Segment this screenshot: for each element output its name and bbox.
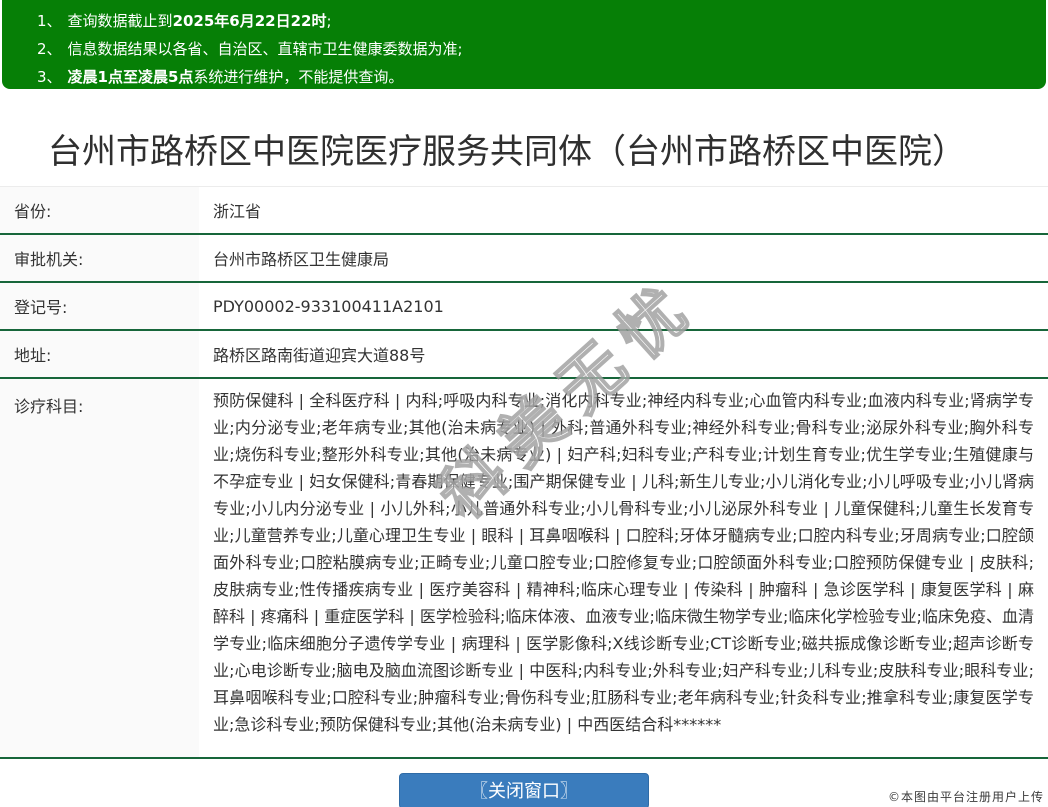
notice-text-bold: 2025年6月22日22时	[173, 12, 327, 30]
notice-number: 2、	[37, 35, 62, 63]
notice-number: 1、	[37, 7, 62, 35]
notice-number: 3、	[37, 63, 62, 91]
notice-text: 查询数据截止到	[68, 12, 173, 30]
notice-line-1: 1、查询数据截止到2025年6月22日22时;	[37, 7, 1026, 35]
table-row-medical-departments: 诊疗科目: 预防保健科 | 全科医疗科 | 内科;呼吸内科专业;消化内科专业;神…	[0, 379, 1048, 759]
row-label: 登记号:	[0, 283, 199, 329]
row-value: 台州市路桥区卫生健康局	[199, 235, 1048, 281]
notice-text-bold: 凌晨1点至凌晨5点	[68, 68, 194, 86]
notice-text: 系统进行维护，不能提供查询。	[193, 68, 403, 86]
close-window-button[interactable]: 〖关闭窗口〗	[399, 773, 649, 807]
institution-info-table: 省份: 浙江省 审批机关: 台州市路桥区卫生健康局 登记号: PDY00002-…	[0, 186, 1048, 759]
table-row-address: 地址: 路桥区路南街道迎宾大道88号	[0, 331, 1048, 379]
table-row-approval-authority: 审批机关: 台州市路桥区卫生健康局	[0, 235, 1048, 283]
row-value: 预防保健科 | 全科医疗科 | 内科;呼吸内科专业;消化内科专业;神经内科专业;…	[199, 379, 1048, 757]
row-value: 路桥区路南街道迎宾大道88号	[199, 331, 1048, 377]
notice-line-3: 3、凌晨1点至凌晨5点系统进行维护，不能提供查询。	[37, 63, 1026, 91]
row-label: 地址:	[0, 331, 199, 377]
row-label: 省份:	[0, 187, 199, 233]
notice-line-2: 2、信息数据结果以各省、自治区、直辖市卫生健康委数据为准;	[37, 35, 1026, 63]
row-value: 浙江省	[199, 187, 1048, 233]
page-title: 台州市路桥区中医院医疗服务共同体（台州市路桥区中医院）	[0, 89, 1048, 176]
row-value: PDY00002-933100411A2101	[199, 283, 1048, 329]
copyright-watermark: ©本图由平台注册用户上传	[888, 788, 1044, 805]
table-row-registration-number: 登记号: PDY00002-933100411A2101	[0, 283, 1048, 331]
notice-text: 信息数据结果以各省、自治区、直辖市卫生健康委数据为准;	[68, 40, 463, 58]
notice-text: ;	[327, 12, 332, 30]
query-result-page: 1、查询数据截止到2025年6月22日22时; 2、信息数据结果以各省、自治区、…	[0, 0, 1048, 807]
notice-banner: 1、查询数据截止到2025年6月22日22时; 2、信息数据结果以各省、自治区、…	[2, 0, 1046, 89]
row-label: 诊疗科目:	[0, 379, 199, 757]
row-label: 审批机关:	[0, 235, 199, 281]
table-row-province: 省份: 浙江省	[0, 187, 1048, 235]
